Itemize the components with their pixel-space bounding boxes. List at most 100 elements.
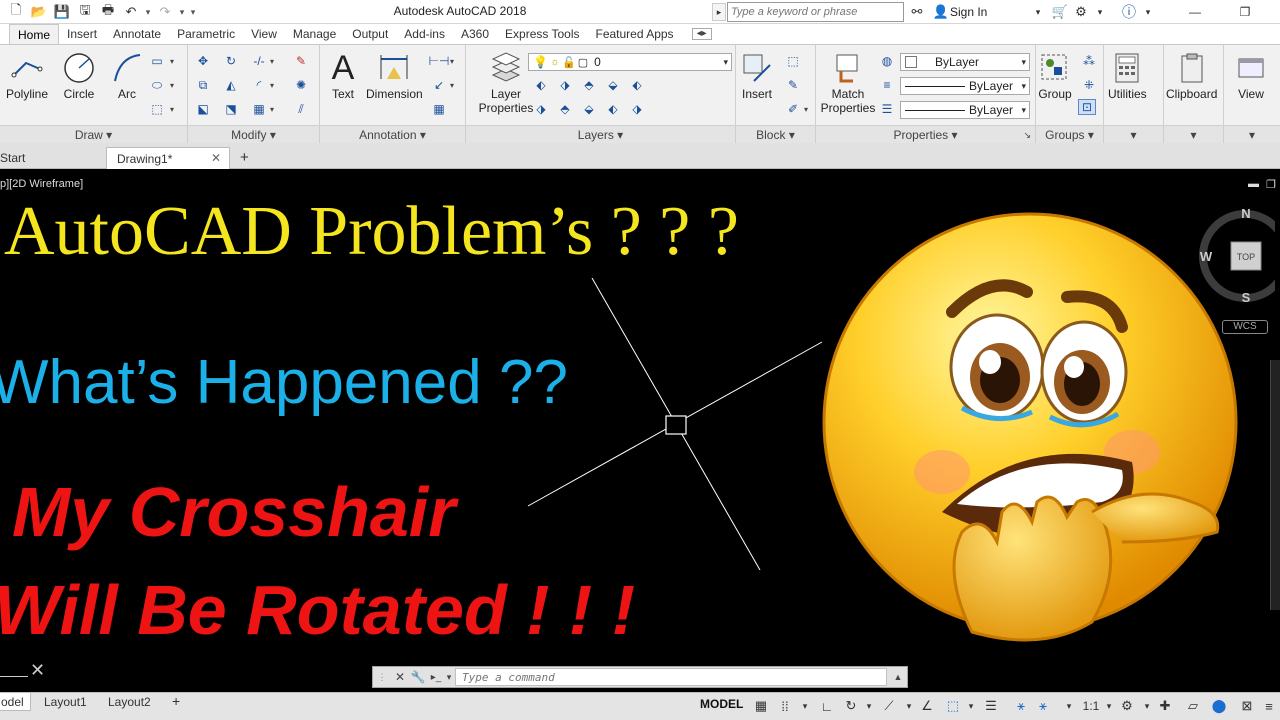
offset-icon[interactable]: ⫽ (292, 101, 310, 117)
a360-icon[interactable]: ⚙ (1072, 2, 1090, 22)
linear-dimension-icon[interactable]: ⊢⊣ (429, 53, 450, 69)
workspace-dropdown-icon[interactable]: ▾ (1138, 697, 1156, 715)
linetype-icon[interactable]: ☰ (878, 101, 896, 117)
units-icon[interactable]: ▱ (1184, 697, 1202, 715)
print-icon[interactable]: 🖶 (98, 2, 118, 22)
tab-parametric[interactable]: Parametric (169, 24, 243, 44)
help-search-input[interactable] (727, 2, 904, 22)
save-icon[interactable]: 💾 (52, 2, 72, 22)
explode-icon[interactable]: ✺ (292, 77, 310, 93)
layout-tab-layout1[interactable]: Layout1 (38, 693, 93, 711)
binoculars-icon[interactable]: ⚯ (908, 2, 926, 22)
layer-unlock-icon[interactable]: ⬖ (604, 101, 622, 117)
color-wheel-icon[interactable]: ◍ (878, 53, 896, 69)
utilities-button[interactable]: Utilities (1108, 51, 1147, 101)
navigation-bar[interactable] (1270, 360, 1280, 610)
view-button[interactable]: View (1234, 51, 1268, 101)
trim-icon[interactable]: -/- (250, 53, 268, 69)
close-command-icon[interactable]: ✕ (391, 668, 409, 686)
linear-dropdown-icon[interactable]: ▾ (450, 57, 454, 66)
circle-button[interactable]: Circle (62, 51, 96, 101)
help-dropdown-icon[interactable]: ▾ (1142, 2, 1154, 22)
clipboard-dropdown-icon[interactable]: ▾ (1164, 125, 1223, 143)
hatch-icon[interactable]: ⬭ (148, 77, 166, 93)
edit-attributes-icon[interactable]: ✐ (784, 101, 802, 117)
layer-properties-button[interactable]: Layer Properties (476, 51, 536, 115)
recent-commands-icon[interactable]: ▸_ (427, 668, 445, 686)
annotation-monitor-icon[interactable]: ✚ (1156, 697, 1174, 715)
undo-dropdown-icon[interactable]: ▾ (144, 7, 152, 18)
layer-off-icon[interactable]: ⬖ (532, 77, 550, 93)
leader-icon[interactable]: ↙ (430, 77, 448, 93)
panel-annotation-title[interactable]: Annotation ▾ (320, 125, 465, 143)
polyline-button[interactable]: Polyline (6, 51, 48, 101)
layer-dropdown[interactable]: 💡 ☼ 🔓 ▢ 0 ▾ (528, 53, 732, 71)
fillet-dropdown-icon[interactable]: ▾ (270, 81, 274, 90)
viewport-maximize-icon[interactable]: ❐ (1266, 178, 1276, 191)
move-icon[interactable]: ✥ (194, 53, 212, 69)
customize-command-wrench-icon[interactable]: 🔧 (409, 668, 427, 686)
close-tab-icon[interactable]: ✕ (211, 151, 221, 165)
help-icon[interactable]: ⓘ (1118, 2, 1140, 22)
workspace-gear-icon[interactable]: ⚙ (1118, 697, 1136, 715)
viewcube-icon[interactable]: TOP N W S (1195, 202, 1275, 312)
erase-icon[interactable]: ✎ (292, 53, 310, 69)
file-tab-drawing1[interactable]: Drawing1* ✕ (106, 147, 230, 169)
new-tab-icon[interactable]: + (234, 147, 260, 169)
customization-icon[interactable]: ≡ (1260, 697, 1278, 715)
array-dropdown-icon[interactable]: ▾ (270, 105, 274, 114)
file-tab-start[interactable]: Start (0, 147, 108, 169)
tab-home[interactable]: Home (9, 24, 60, 44)
layout-tab-layout2[interactable]: Layout2 (102, 693, 157, 711)
mirror-icon[interactable]: ◭ (222, 77, 240, 93)
tab-a360[interactable]: A360 (453, 24, 497, 44)
model-space-button[interactable]: MODEL (700, 697, 743, 711)
object-snap-dropdown-icon[interactable]: ▾ (962, 697, 980, 715)
snap-dropdown-icon[interactable]: ▾ (796, 697, 814, 715)
layer-isolate-icon[interactable]: ⬗ (556, 77, 574, 93)
object-snap-icon[interactable]: ⬚ (944, 697, 962, 715)
edit-block-icon[interactable]: ✎ (784, 77, 802, 93)
layer-match-icon[interactable]: ⬖ (628, 77, 646, 93)
user-icon[interactable]: 👤 (932, 2, 950, 22)
undo-icon[interactable]: ↶ (121, 2, 141, 22)
layer-current-icon[interactable]: ⬗ (532, 101, 550, 117)
drawing-viewport[interactable]: p][2D Wireframe] ▬ ❐ AutoCAD Problem’s ?… (0, 170, 1280, 692)
annotation-visibility-icon[interactable]: ⚹ (1012, 697, 1030, 715)
insert-button[interactable]: Insert (740, 51, 774, 101)
command-history-up-icon[interactable]: ▲ (889, 668, 907, 686)
search-expand-icon[interactable]: ▸ (712, 3, 726, 21)
polar-dropdown-icon[interactable]: ▾ (860, 697, 878, 715)
store-dropdown-icon[interactable]: ▾ (1094, 2, 1106, 22)
tab-featured-apps[interactable]: Featured Apps (588, 24, 682, 44)
arc-button[interactable]: Arc (110, 51, 144, 101)
leader-dropdown-icon[interactable]: ▾ (450, 81, 454, 90)
fillet-icon[interactable]: ◜ (250, 77, 268, 93)
tab-annotate[interactable]: Annotate (105, 24, 169, 44)
command-grip-icon[interactable]: ⋮ (373, 668, 391, 686)
ungroup-icon[interactable]: ⁂ (1080, 53, 1098, 69)
array-icon[interactable]: ▦ (250, 101, 268, 117)
grid-icon[interactable]: ▦ (752, 697, 770, 715)
layout-tab-model[interactable]: odel (0, 693, 31, 711)
layer-unisolate-icon[interactable]: ⬘ (556, 101, 574, 117)
sign-in-dropdown-icon[interactable]: ▾ (1032, 2, 1044, 22)
annotation-scale-dropdown-icon[interactable]: ▾ (1100, 697, 1118, 715)
ribbon-minimize-button[interactable]: ◂▸ (691, 28, 712, 40)
annotation-dropdown-icon[interactable]: ▾ (1060, 697, 1078, 715)
minimize-icon[interactable]: — (1180, 2, 1210, 22)
text-button[interactable]: A Text (326, 51, 360, 101)
stretch-icon[interactable]: ⬕ (194, 101, 212, 117)
tab-add-ins[interactable]: Add-ins (396, 24, 453, 44)
redo-dropdown-icon[interactable]: ▾ (178, 7, 186, 18)
rotate-icon[interactable]: ↻ (222, 53, 240, 69)
layer-freeze-icon[interactable]: ⬘ (580, 77, 598, 93)
wcs-menu-button[interactable]: WCS (1222, 320, 1268, 334)
tab-output[interactable]: Output (344, 24, 396, 44)
command-input[interactable] (455, 668, 887, 686)
panel-layers-title[interactable]: Layers ▾ (466, 125, 735, 143)
sign-in-button[interactable]: Sign In (950, 5, 987, 19)
annotation-scale[interactable]: 1:1 (1080, 697, 1102, 715)
utilities-dropdown-icon[interactable]: ▾ (1104, 125, 1163, 143)
tab-manage[interactable]: Manage (285, 24, 344, 44)
